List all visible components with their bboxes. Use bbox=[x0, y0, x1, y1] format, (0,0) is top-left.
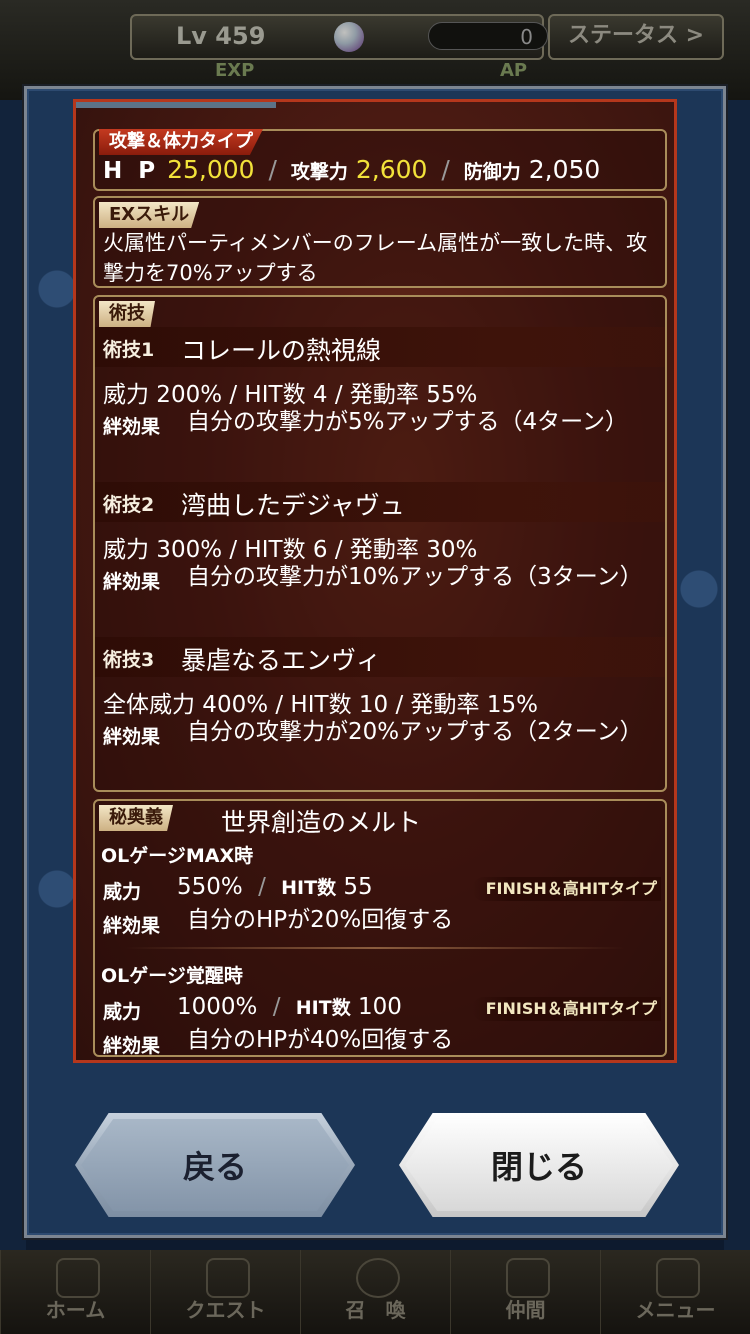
menu-icon bbox=[655, 1258, 700, 1298]
background-right bbox=[724, 100, 750, 1250]
party-icon bbox=[505, 1258, 550, 1298]
awake-kizuna-text: 自分のHPが40%回復する bbox=[187, 1027, 454, 1053]
art-1-kizuna-label: 絆効果 bbox=[103, 416, 161, 438]
exp-label: EXP bbox=[215, 60, 255, 81]
art-2-header: 術技2 湾曲したデジャヴュ bbox=[95, 482, 665, 522]
nav-label: クエスト bbox=[185, 1298, 266, 1322]
nav-label: ホーム bbox=[45, 1298, 106, 1322]
awake-power-label: 威力 bbox=[103, 1001, 142, 1023]
mystic-name: 世界創造のメルト bbox=[221, 808, 422, 837]
type-tag: 攻撃＆体力タイプ bbox=[99, 129, 263, 155]
character-detail-dialog: 攻撃＆体力タイプ H P 25,000 / 攻撃力 2,600 / 防御力 2,… bbox=[24, 86, 726, 1238]
stats-row: H P 25,000 / 攻撃力 2,600 / 防御力 2,050 bbox=[103, 155, 601, 184]
art-2-num: 術技2 bbox=[103, 494, 155, 516]
home-icon bbox=[55, 1258, 100, 1298]
top-status-bar: Lv 459 0 ステータス > EXP AP bbox=[0, 0, 750, 100]
art-3-num: 術技3 bbox=[103, 649, 155, 671]
art-3-name: 暴虐なるエンヴィ bbox=[181, 646, 382, 675]
art-2-kizuna-text: 自分の攻撃力が10%アップする（3ターン） bbox=[187, 564, 643, 590]
nav-label: メニュー bbox=[635, 1298, 716, 1322]
ol-max-head: OLゲージMAX時 bbox=[101, 845, 254, 867]
ex-skill-tag: EXスキル bbox=[99, 202, 200, 228]
awake-power-line: 1000% / HIT数 100 bbox=[177, 994, 402, 1020]
awake-hit-label: HIT数 bbox=[295, 997, 351, 1019]
ap-label: AP bbox=[500, 60, 528, 81]
art-1-stats: 威力 200% / HIT数 4 / 発動率 55% bbox=[103, 382, 478, 408]
max-power-line: 550% / HIT数 55 bbox=[177, 874, 373, 900]
nav-summon[interactable]: 召 喚 bbox=[300, 1250, 450, 1334]
ex-skill-text: 火属性パーティメンバーのフレーム属性が一致した時、攻撃力を70%アップする bbox=[103, 231, 648, 285]
def-value: 2,050 bbox=[528, 155, 601, 184]
art-1-header: 術技1 コレールの熱視線 bbox=[95, 327, 665, 367]
art-3-stats: 全体威力 400% / HIT数 10 / 発動率 15% bbox=[103, 692, 538, 718]
hp-label: H P bbox=[103, 158, 160, 184]
art-1-num: 術技1 bbox=[103, 339, 155, 361]
atk-value: 2,600 bbox=[355, 155, 428, 184]
atk-label: 攻撃力 bbox=[290, 161, 348, 183]
background-left bbox=[0, 100, 26, 1250]
max-power-label: 威力 bbox=[103, 881, 142, 903]
art-3-kizuna-label: 絆効果 bbox=[103, 726, 161, 748]
awake-power-value: 1000% bbox=[177, 994, 258, 1020]
art-3-kizuna-text: 自分の攻撃力が20%アップする（2ターン） bbox=[187, 719, 643, 745]
nav-menu[interactable]: メニュー bbox=[600, 1250, 750, 1334]
mystic-tag: 秘奥義 bbox=[99, 805, 173, 831]
nav-home[interactable]: ホーム bbox=[0, 1250, 150, 1334]
arts-box: 術技 術技1 コレールの熱視線 威力 200% / HIT数 4 / 発動率 5… bbox=[93, 295, 667, 792]
ex-skill-box: EXスキル 火属性パーティメンバーのフレーム属性が一致した時、攻撃力を70%アッ… bbox=[93, 196, 667, 288]
max-hit-value: 55 bbox=[343, 874, 373, 900]
nav-label: 仲間 bbox=[505, 1298, 546, 1322]
mystic-divider bbox=[125, 947, 625, 949]
orb-count: 0 bbox=[428, 22, 548, 50]
ol-awake-head: OLゲージ覚醒時 bbox=[101, 965, 243, 987]
nav-label: 召 喚 bbox=[345, 1298, 406, 1322]
max-finish-type: FINISH＆高HITタイプ bbox=[471, 877, 661, 901]
art-2-stats: 威力 300% / HIT数 6 / 発動率 30% bbox=[103, 537, 478, 563]
scroll-indicator bbox=[76, 102, 276, 108]
map-icon bbox=[205, 1258, 250, 1298]
hp-value: 25,000 bbox=[167, 155, 255, 184]
art-1-name: コレールの熱視線 bbox=[181, 336, 382, 365]
detail-panel[interactable]: 攻撃＆体力タイプ H P 25,000 / 攻撃力 2,600 / 防御力 2,… bbox=[73, 99, 677, 1063]
nav-party[interactable]: 仲間 bbox=[450, 1250, 600, 1334]
nav-quest[interactable]: クエスト bbox=[150, 1250, 300, 1334]
def-label: 防御力 bbox=[463, 161, 521, 183]
back-button-label: 戻る bbox=[182, 1148, 247, 1186]
max-hit-label: HIT数 bbox=[281, 877, 337, 899]
arts-tag: 術技 bbox=[99, 301, 155, 327]
awake-finish-type: FINISH＆高HITタイプ bbox=[471, 997, 661, 1021]
close-button-label: 閉じる bbox=[490, 1148, 587, 1186]
close-button[interactable]: 閉じる bbox=[399, 1113, 679, 1217]
art-2-name: 湾曲したデジャヴュ bbox=[181, 491, 405, 520]
art-3-header: 術技3 暴虐なるエンヴィ bbox=[95, 637, 665, 677]
summon-icon bbox=[355, 1258, 400, 1298]
status-button[interactable]: ステータス > bbox=[548, 14, 724, 60]
bottom-nav: ホーム クエスト 召 喚 仲間 メニュー bbox=[0, 1250, 750, 1334]
stats-box: 攻撃＆体力タイプ H P 25,000 / 攻撃力 2,600 / 防御力 2,… bbox=[93, 129, 667, 191]
max-power-value: 550% bbox=[177, 874, 243, 900]
max-kizuna-text: 自分のHPが20%回復する bbox=[187, 907, 454, 933]
art-1-kizuna-text: 自分の攻撃力が5%アップする（4ターン） bbox=[187, 409, 628, 435]
level-bar: Lv 459 0 bbox=[130, 14, 548, 60]
back-button[interactable]: 戻る bbox=[75, 1113, 355, 1217]
orb-icon bbox=[334, 22, 364, 52]
level-text: Lv 459 bbox=[176, 22, 266, 50]
art-2-kizuna-label: 絆効果 bbox=[103, 571, 161, 593]
awake-kizuna-label: 絆効果 bbox=[103, 1035, 161, 1057]
mystic-box: 秘奥義 世界創造のメルト OLゲージMAX時 威力 550% / HIT数 55… bbox=[93, 799, 667, 1057]
awake-hit-value: 100 bbox=[358, 994, 402, 1020]
max-kizuna-label: 絆効果 bbox=[103, 915, 161, 937]
